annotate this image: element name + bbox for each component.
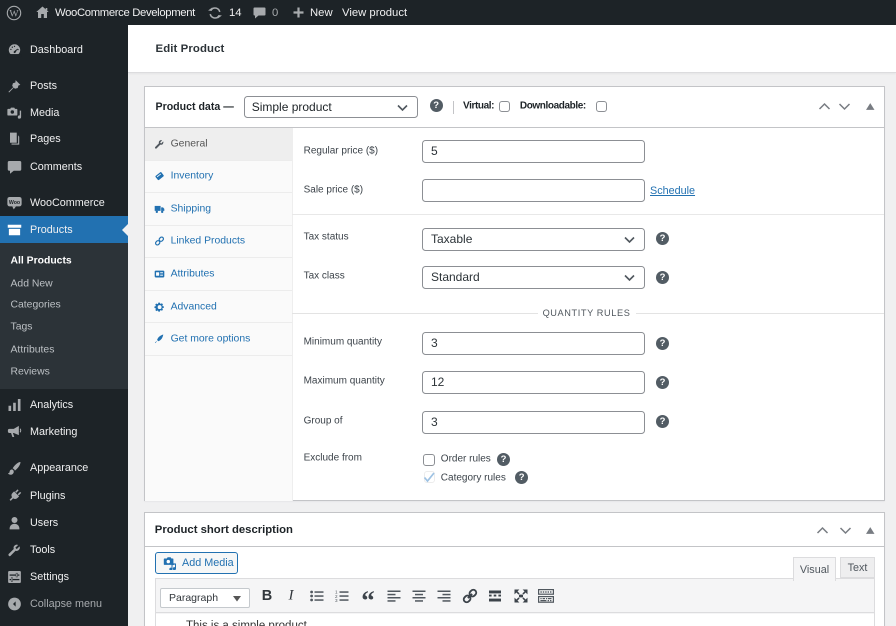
svg-text:3: 3: [335, 598, 338, 602]
svg-text:Woo: Woo: [9, 200, 20, 206]
svg-text:W: W: [9, 8, 19, 19]
